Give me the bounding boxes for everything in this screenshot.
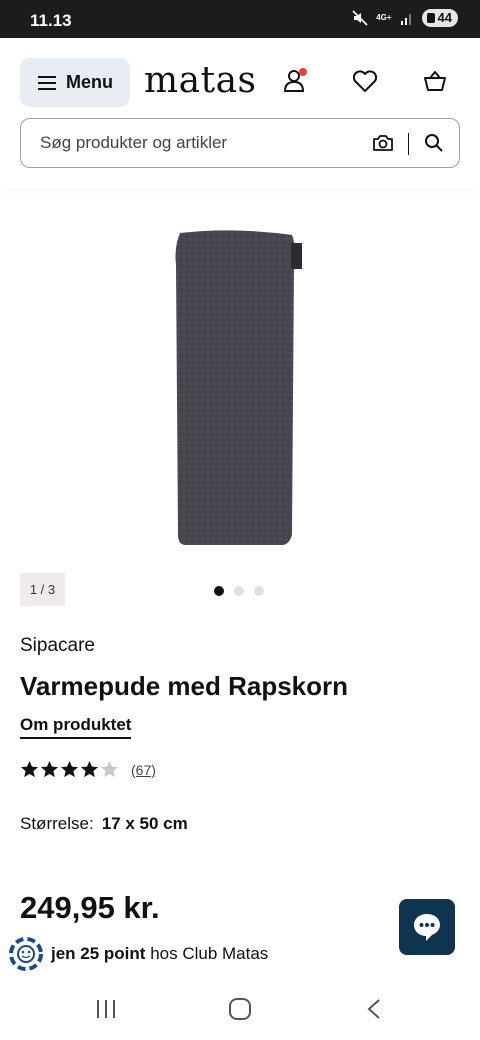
search-bar[interactable]: [20, 118, 460, 168]
menu-label: Menu: [66, 72, 113, 92]
battery-indicator: 44: [421, 9, 458, 27]
carousel-dot-2[interactable]: [234, 586, 244, 596]
product-price: 249,95 kr.: [20, 890, 160, 925]
system-nav-bar: [0, 980, 480, 1040]
star-icon: [80, 760, 99, 778]
product-image[interactable]: [170, 225, 310, 555]
search-icon[interactable]: [424, 133, 444, 153]
points-amount: jen 25 point: [51, 944, 146, 963]
size-value: 17 x 50 cm: [101, 814, 188, 833]
image-counter: 1 / 3: [20, 573, 65, 606]
carousel-dots: [214, 586, 264, 596]
basket-icon[interactable]: [420, 66, 450, 96]
notification-dot: [299, 68, 307, 76]
star-icon: [60, 760, 79, 778]
status-bar: 11.13 4G+ 44: [0, 0, 480, 38]
search-input[interactable]: [40, 133, 360, 153]
chat-icon: [414, 914, 440, 941]
product-brand[interactable]: Sipacare: [20, 635, 95, 657]
home-icon[interactable]: [228, 998, 252, 1020]
chat-button[interactable]: [399, 899, 455, 955]
points-text: jen 25 point hos Club Matas: [51, 944, 268, 964]
heart-icon[interactable]: [350, 66, 380, 96]
back-icon[interactable]: [366, 998, 382, 1020]
size-label: Størrelse:: [20, 814, 94, 833]
network-label: 4G+: [376, 13, 392, 22]
signal-icon: [400, 14, 411, 25]
product-tag: [291, 243, 302, 269]
carousel-dot-3[interactable]: [254, 586, 264, 596]
review-count[interactable]: (67): [131, 762, 156, 778]
search-divider: [408, 133, 409, 155]
matas-logo[interactable]: matas: [144, 60, 257, 101]
product-gallery[interactable]: [0, 205, 480, 565]
mute-icon: [352, 10, 368, 26]
status-icons: 4G+ 44: [352, 9, 458, 27]
user-icon[interactable]: [281, 66, 311, 96]
product-title: Varmepude med Rapskorn: [20, 671, 348, 701]
club-matas-icon: [9, 937, 43, 971]
camera-icon[interactable]: [372, 133, 394, 153]
star-icon: [40, 760, 59, 778]
rating[interactable]: (67): [20, 760, 156, 779]
about-product-link[interactable]: Om produktet: [20, 715, 132, 739]
status-time: 11.13: [30, 11, 72, 30]
points-suffix: hos Club Matas: [145, 944, 269, 963]
recent-apps-icon[interactable]: [95, 998, 117, 1020]
site-header: Menu matas: [0, 38, 480, 188]
menu-button[interactable]: Menu: [20, 58, 130, 107]
carousel-dot-1[interactable]: [214, 586, 224, 596]
star-icon: [20, 760, 39, 778]
club-points: jen 25 point hos Club Matas: [8, 935, 268, 973]
hamburger-icon: [38, 75, 56, 90]
star-empty-icon: [100, 760, 119, 778]
size-row: Størrelse: 17 x 50 cm: [20, 814, 188, 834]
